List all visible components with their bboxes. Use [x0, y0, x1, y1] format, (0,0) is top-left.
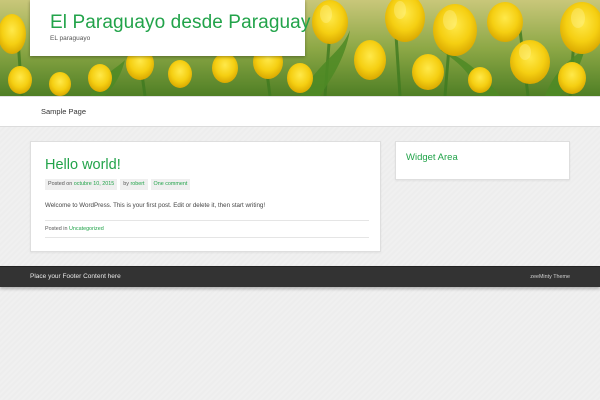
- post-author-link[interactable]: robert: [130, 181, 144, 187]
- post-category-link[interactable]: Uncategorized: [69, 226, 104, 232]
- nav-item-sample-page[interactable]: Sample Page: [41, 107, 86, 116]
- post-divider-bottom: [45, 237, 369, 238]
- post-category: Posted in Uncategorized: [45, 226, 104, 232]
- widget-title: Widget Area: [406, 152, 458, 163]
- post-meta: Posted on octubre 10, 2015 by robert One…: [45, 179, 191, 190]
- post-title[interactable]: Hello world!: [45, 157, 121, 173]
- site-branding: El Paraguayo desde Paraguay EL paraguayo: [30, 0, 310, 56]
- site-footer: Place your Footer Content here zeeMinty …: [0, 266, 600, 287]
- footer-content: Place your Footer Content here: [30, 273, 121, 280]
- post-date-link[interactable]: octubre 10, 2015: [74, 181, 114, 187]
- header-banner: El Paraguayo desde Paraguay EL paraguayo: [0, 0, 600, 96]
- site-title[interactable]: El Paraguayo desde Paraguay: [50, 12, 310, 34]
- main-navigation: Sample Page: [0, 96, 600, 127]
- post-divider: [45, 220, 369, 221]
- theme-credit-link[interactable]: zeeMinty Theme: [530, 274, 570, 280]
- post-comments-link[interactable]: One comment: [154, 181, 188, 187]
- posted-in-label: Posted in: [45, 226, 68, 232]
- site-tagline: EL paraguayo: [50, 35, 91, 42]
- post-date-chip: Posted on octubre 10, 2015: [45, 179, 118, 190]
- posted-on-label: Posted on: [48, 181, 73, 187]
- post-author-chip: by robert: [120, 179, 148, 190]
- sidebar-widget: Widget Area: [395, 141, 570, 180]
- by-label: by: [123, 181, 129, 187]
- post-card: Hello world! Posted on octubre 10, 2015 …: [30, 141, 381, 252]
- post-comments-chip: One comment: [150, 179, 191, 190]
- post-content: Welcome to WordPress. This is your first…: [45, 202, 266, 209]
